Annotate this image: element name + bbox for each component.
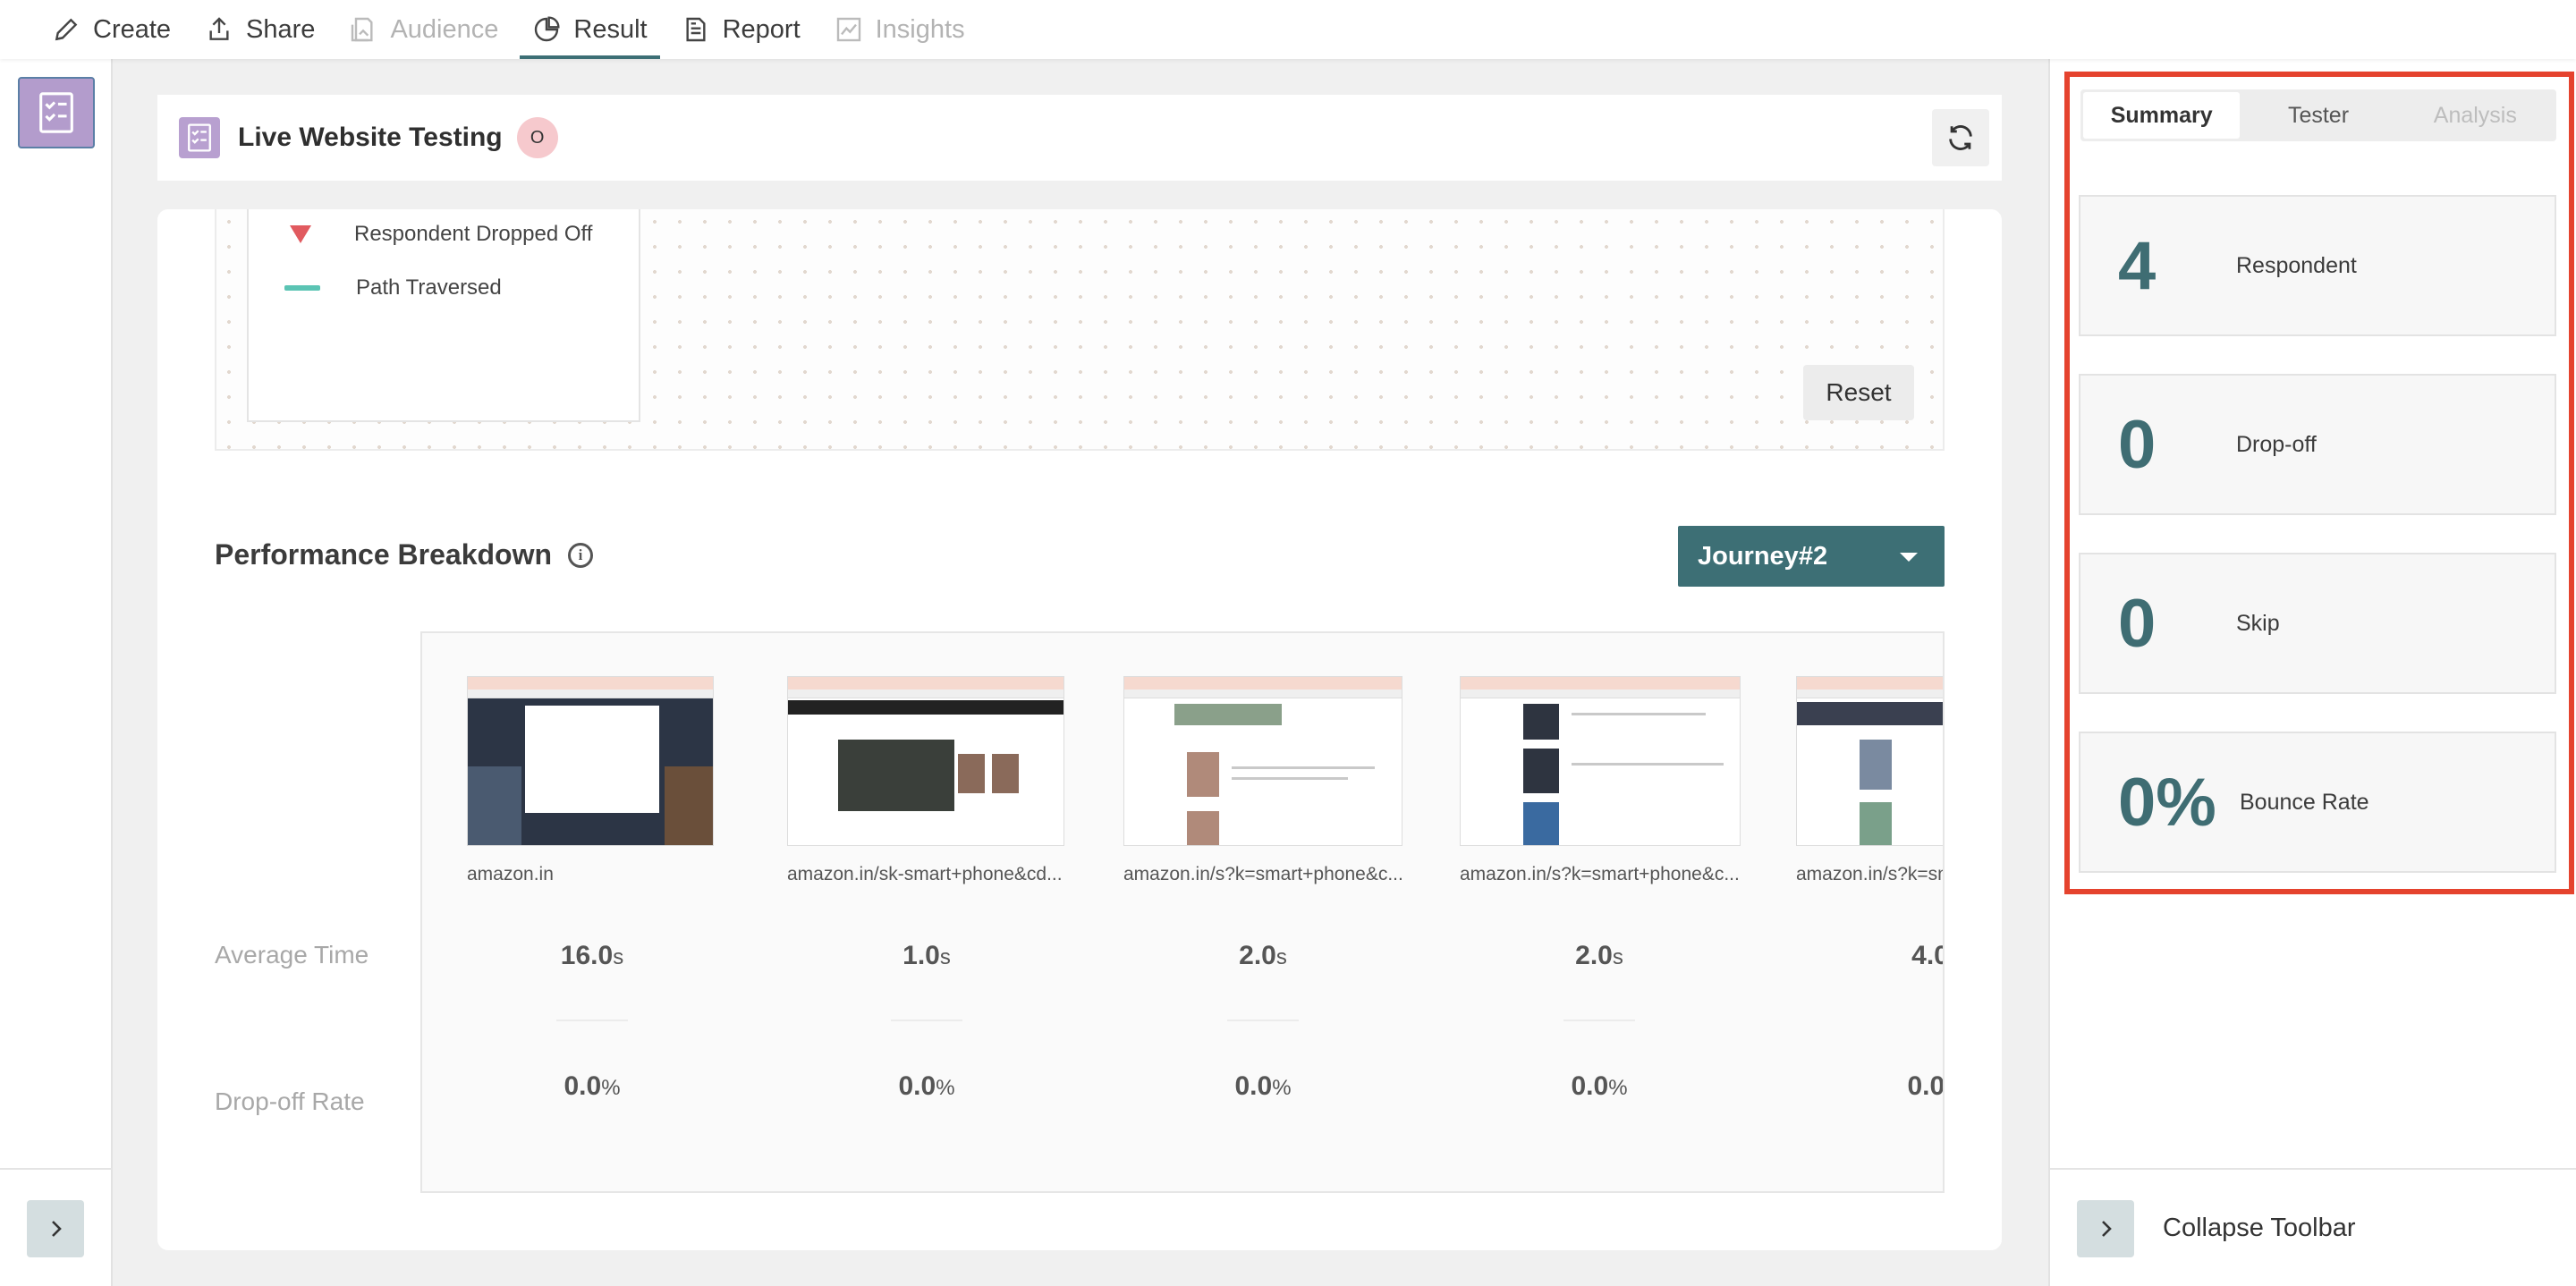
stat-dropoff: 0 Drop-off [2079,374,2556,515]
legend-path: Path Traversed [284,275,502,300]
performance-title-text: Performance Breakdown [215,538,553,571]
page-url: amazon.in [467,864,554,884]
nav-share-label: Share [246,14,316,44]
expand-rail-button[interactable] [27,1200,84,1257]
metric-divider [1563,1019,1635,1021]
tab-tester[interactable]: Tester [2240,92,2396,139]
nav-create[interactable]: Create [39,0,183,59]
dropoff-value: 0.0% [898,1071,955,1101]
page-column: amazon.in 16.0s 0.0% [422,633,714,1191]
caret-down-icon [1900,553,1918,562]
trend-icon [836,17,860,42]
page-title: Live Website Testing [238,123,503,152]
panel-divider [2050,1168,2576,1170]
page-thumbnail[interactable] [1460,676,1741,846]
dropoff-value: 0.0% [1571,1071,1628,1101]
rail-divider [0,1168,113,1170]
legend-dropped: Respondent Dropped Off [284,222,592,247]
stat-label: Skip [2236,610,2280,636]
nav-insights[interactable]: Insights [822,0,978,59]
graph-legend: Respondent Dropped Off Path Traversed [247,209,640,422]
audience-icon [352,17,373,42]
dropoff-value: 0.0% [1234,1071,1292,1101]
dropoff-value: 0.0% [564,1071,621,1101]
page-thumbnail[interactable] [787,676,1064,846]
stat-label: Respondent [2236,252,2357,278]
page-url: amazon.in/sk-smart+phone&cd... [787,864,1063,884]
avg-time-value: 1.0s [902,941,951,970]
reset-button[interactable]: Reset [1803,365,1914,420]
page-url: amazon.in/s?k=smart+phone&c... [1796,864,1943,884]
chevron-right-icon [2102,1221,2112,1237]
info-icon[interactable]: i [568,542,594,568]
nav-result-label: Result [573,14,648,44]
collapse-toolbar-button[interactable] [2077,1200,2134,1257]
page-url: amazon.in/s?k=smart+phone&c... [1460,864,1740,884]
stat-label: Drop-off [2236,431,2317,457]
share-icon [209,17,229,40]
tab-summary[interactable]: Summary [2083,92,2241,139]
nav-share[interactable]: Share [192,0,327,59]
checklist-icon [179,117,220,158]
journey-select-label: Journey#2 [1698,541,1828,571]
stat-skip: 0 Skip [2079,553,2556,694]
nav-report[interactable]: Report [669,0,813,59]
journey-select[interactable]: Journey#2 [1678,526,1945,587]
pie-chart-icon [535,16,560,42]
page-thumbnail[interactable] [1123,676,1402,846]
performance-title: Performance Breakdown i [215,538,594,571]
stat-value: 0 [2118,406,2157,483]
nav-insights-label: Insights [875,14,965,44]
avg-time-value: 2.0s [1239,941,1287,970]
page-column: amazon.in/sk-smart+phone&cd... 1.0s 0.0% [742,633,1064,1191]
nav-audience[interactable]: Audience [336,0,511,59]
results-card: Respondent Dropped Off Path Traversed Re… [157,209,2002,1250]
nav-audience-label: Audience [390,14,499,44]
checklist-icon[interactable] [18,77,95,148]
stat-label: Bounce Rate [2240,789,2369,815]
metric-divider [556,1019,628,1021]
report-icon [686,17,706,42]
tab-analysis[interactable]: Analysis [2397,92,2554,139]
top-nav: Create Share Audience Result Report Insi… [0,0,2576,59]
stat-value: 0 [2118,585,2157,662]
page-thumbnail[interactable] [1796,676,1943,846]
legend-dropped-label: Respondent Dropped Off [354,222,593,246]
summary-tabs: Summary Tester Analysis [2080,89,2556,141]
status-badge: O [516,117,558,158]
left-rail [0,59,113,1286]
chevron-right-icon [52,1221,62,1237]
metric-divider [1227,1019,1299,1021]
avg-time-value: 16.0s [560,941,624,970]
dropoff-value: 0.0% [1907,1071,1945,1101]
page-column: amazon.in/s?k=smart+phone&c... 2.0s 0.0% [1079,633,1403,1191]
test-header: Live Website Testing O [157,95,2002,181]
page-column: amazon.in/s?k=smart+phone&c... 4.0s 0.0% [1751,633,1945,1191]
drop-marker-icon [290,225,311,243]
page-breakdown[interactable]: amazon.in 16.0s 0.0% amazon.in/sk-smart+… [420,631,1945,1193]
metric-divider [891,1019,962,1021]
page-column: amazon.in/s?k=smart+phone&c... 2.0s 0.0% [1415,633,1741,1191]
avg-time-value: 4.0s [1911,941,1943,970]
collapse-toolbar-label[interactable]: Collapse Toolbar [2163,1214,2356,1243]
stat-value: 0% [2118,764,2216,841]
summary-toolbar: Summary Tester Analysis 4 Respondent 0 D… [2048,59,2576,1286]
refresh-button[interactable] [1932,109,1989,166]
stat-value: 4 [2118,227,2157,304]
refresh-icon [1949,125,1972,150]
avg-time-value: 2.0s [1575,941,1623,970]
dropoff-rate-label: Drop-off Rate [215,1087,365,1115]
nav-create-label: Create [93,14,172,44]
journey-graph[interactable]: Respondent Dropped Off Path Traversed Re… [215,209,1945,451]
stat-bounce-rate: 0% Bounce Rate [2079,732,2556,873]
page-url: amazon.in/s?k=smart+phone&c... [1123,864,1403,884]
legend-path-label: Path Traversed [356,275,502,300]
pencil-icon [55,18,78,41]
nav-report-label: Report [722,14,801,44]
page-thumbnail[interactable] [467,676,714,846]
avg-time-label: Average Time [215,941,369,969]
stat-respondent: 4 Respondent [2079,195,2556,336]
nav-result[interactable]: Result [520,0,660,59]
path-marker-icon [284,285,320,291]
